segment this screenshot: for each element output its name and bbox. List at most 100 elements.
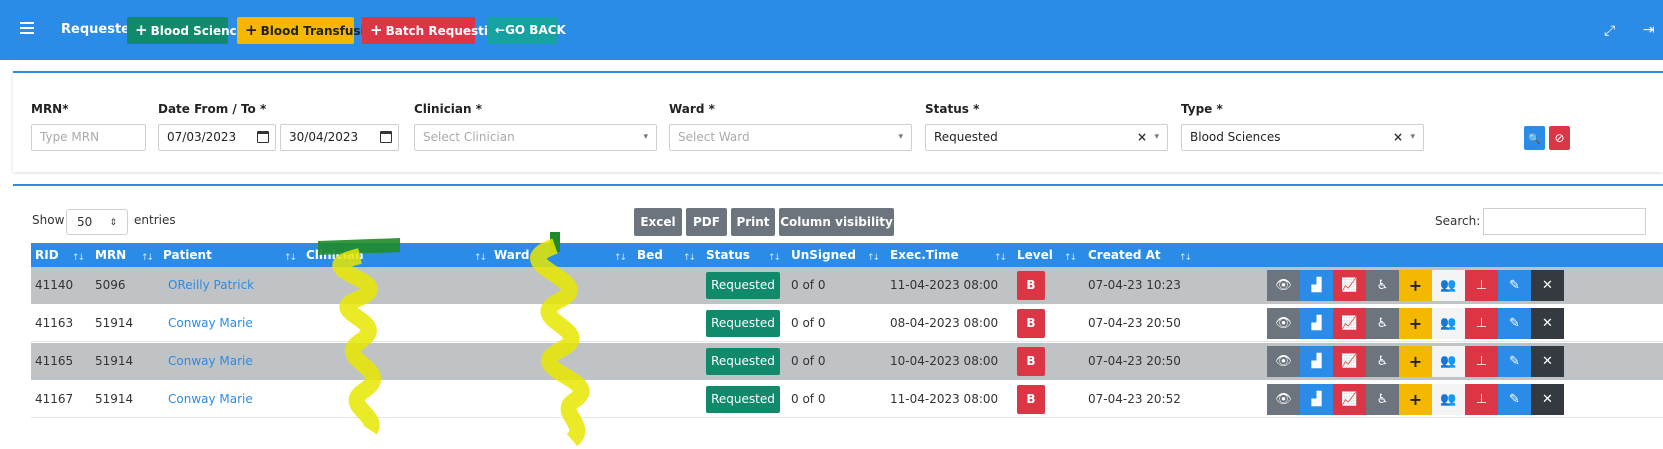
user-group-icon[interactable]: 👥: [1432, 308, 1465, 339]
excel-button[interactable]: Excel: [634, 208, 682, 236]
test-tubes-icon[interactable]: ⊥: [1465, 270, 1498, 301]
wheelchair-icon[interactable]: ♿: [1366, 346, 1399, 377]
type-select[interactable]: Blood Sciences × ▾: [1181, 124, 1424, 151]
mrn-cell: 5096: [95, 278, 126, 292]
sort-icon[interactable]: ↑↓: [768, 253, 781, 263]
level-badge: B: [1017, 347, 1045, 376]
clear-icon[interactable]: ×: [1137, 125, 1147, 150]
line-chart-icon[interactable]: 📈: [1333, 270, 1366, 301]
col-mrn[interactable]: MRN: [95, 248, 126, 262]
col-bed[interactable]: Bed: [637, 248, 663, 262]
type-label: Type *: [1181, 102, 1223, 116]
eye-icon[interactable]: 👁: [1267, 346, 1300, 377]
edit-icon[interactable]: ✎: [1498, 384, 1531, 415]
date-to-input[interactable]: 30/04/2023: [280, 124, 399, 151]
col-patient[interactable]: Patient: [163, 248, 212, 262]
plus-icon[interactable]: +: [1399, 270, 1432, 301]
pdf-button[interactable]: PDF: [686, 208, 727, 236]
table-row[interactable]: 41163 51914 Conway Marie 0 of 0 08-04-2023 0…: [31, 305, 1663, 342]
user-group-icon[interactable]: 👥: [1432, 346, 1465, 377]
sort-icon[interactable]: ↑↓: [1179, 253, 1192, 263]
status-select[interactable]: Requested × ▾: [925, 124, 1168, 151]
rid-cell: 41163: [35, 316, 74, 330]
edit-icon[interactable]: ✎: [1498, 346, 1531, 377]
close-icon[interactable]: ✕: [1531, 346, 1564, 377]
logout-icon[interactable]: ⇥: [1643, 22, 1655, 38]
patient-link[interactable]: Conway Marie: [168, 316, 253, 330]
area-chart-icon[interactable]: ▟: [1300, 346, 1333, 377]
line-chart-icon[interactable]: 📈: [1333, 308, 1366, 339]
line-chart-icon[interactable]: 📈: [1333, 384, 1366, 415]
plus-icon[interactable]: +: [1399, 346, 1432, 377]
sort-icon[interactable]: ↑↓: [994, 253, 1007, 263]
clear-icon[interactable]: ×: [1393, 125, 1403, 150]
calendar-icon[interactable]: [380, 131, 392, 143]
clinician-select[interactable]: Select Clinician ▾: [414, 124, 657, 151]
entries-select[interactable]: 50 ⇕: [66, 209, 128, 235]
test-tubes-icon[interactable]: ⊥: [1465, 346, 1498, 377]
go-back-button[interactable]: ←GO BACK: [487, 17, 566, 44]
sort-icon[interactable]: ↑↓: [867, 253, 880, 263]
col-level[interactable]: Level: [1017, 248, 1053, 262]
reset-button[interactable]: ⊘: [1549, 126, 1570, 150]
eye-icon[interactable]: 👁: [1267, 384, 1300, 415]
sort-icon[interactable]: ↑↓: [1064, 253, 1077, 263]
close-icon[interactable]: ✕: [1531, 384, 1564, 415]
close-icon[interactable]: ✕: [1531, 308, 1564, 339]
table-row[interactable]: 41140 5096 OReilly Patrick 0 of 0 11-04-2023…: [31, 267, 1663, 304]
search-button[interactable]: 🔍: [1524, 126, 1545, 150]
patient-link[interactable]: Conway Marie: [168, 392, 253, 406]
wheelchair-icon[interactable]: ♿: [1366, 308, 1399, 339]
wheelchair-icon[interactable]: ♿: [1366, 270, 1399, 301]
hamburger-menu-icon[interactable]: [20, 22, 34, 34]
mrn-input[interactable]: Type MRN: [31, 124, 146, 151]
table-search-input[interactable]: [1483, 208, 1646, 235]
fullscreen-icon[interactable]: ⤢: [1604, 23, 1615, 39]
area-chart-icon[interactable]: ▟: [1300, 308, 1333, 339]
type-value: Blood Sciences: [1190, 130, 1281, 144]
col-created-at[interactable]: Created At: [1088, 248, 1161, 262]
eye-icon[interactable]: 👁: [1267, 308, 1300, 339]
sort-icon[interactable]: ↑↓: [683, 253, 696, 263]
table-row[interactable]: 41167 51914 Conway Marie 0 of 0 11-04-2023 0…: [31, 381, 1663, 418]
row-actions: 👁 ▟ 📈 ♿ + 👥 ⊥ ✎ ✕: [1267, 346, 1564, 377]
edit-icon[interactable]: ✎: [1498, 270, 1531, 301]
wheelchair-icon[interactable]: ♿: [1366, 384, 1399, 415]
close-icon[interactable]: ✕: [1531, 270, 1564, 301]
sort-icon[interactable]: ↑↓: [614, 253, 627, 263]
col-clinician[interactable]: Clinician: [306, 248, 364, 262]
area-chart-icon[interactable]: ▟: [1300, 384, 1333, 415]
test-tubes-icon[interactable]: ⊥: [1465, 308, 1498, 339]
table-search-label: Search:: [1435, 214, 1481, 228]
user-group-icon[interactable]: 👥: [1432, 270, 1465, 301]
sort-icon[interactable]: ↑↓: [284, 253, 297, 263]
col-ward[interactable]: Ward: [494, 248, 529, 262]
blood-transfusion-button[interactable]: + Blood Transfusion: [237, 17, 381, 44]
sort-icon[interactable]: ↑↓: [474, 253, 487, 263]
edit-icon[interactable]: ✎: [1498, 308, 1531, 339]
print-button[interactable]: Print: [731, 208, 775, 236]
eye-icon[interactable]: 👁: [1267, 270, 1300, 301]
col-unsigned[interactable]: UnSigned: [791, 248, 856, 262]
col-exec-time[interactable]: Exec.Time: [890, 248, 959, 262]
sort-icon[interactable]: ↑↓: [72, 253, 85, 263]
calendar-icon[interactable]: [257, 131, 269, 143]
area-chart-icon[interactable]: ▟: [1300, 270, 1333, 301]
column-visibility-button[interactable]: Column visibility ▾: [779, 208, 894, 257]
batch-requesting-button[interactable]: + Batch Requesting: [362, 17, 505, 44]
sort-icon[interactable]: ↑↓: [141, 253, 154, 263]
table-row[interactable]: 41165 51914 Conway Marie 0 of 0 10-04-2023 0…: [31, 343, 1663, 380]
plus-icon[interactable]: +: [1399, 308, 1432, 339]
col-rid[interactable]: RID: [35, 248, 59, 262]
ward-select[interactable]: Select Ward ▾: [669, 124, 912, 151]
patient-link[interactable]: OReilly Patrick: [168, 278, 254, 292]
patient-link[interactable]: Conway Marie: [168, 354, 253, 368]
plus-icon[interactable]: +: [1399, 384, 1432, 415]
line-chart-icon[interactable]: 📈: [1333, 346, 1366, 377]
blood-sciences-button[interactable]: + Blood Sciences: [127, 17, 252, 44]
date-from-input[interactable]: 07/03/2023: [158, 124, 276, 151]
status-badge: Requested: [706, 310, 780, 337]
user-group-icon[interactable]: 👥: [1432, 384, 1465, 415]
test-tubes-icon[interactable]: ⊥: [1465, 384, 1498, 415]
col-status[interactable]: Status: [706, 248, 750, 262]
